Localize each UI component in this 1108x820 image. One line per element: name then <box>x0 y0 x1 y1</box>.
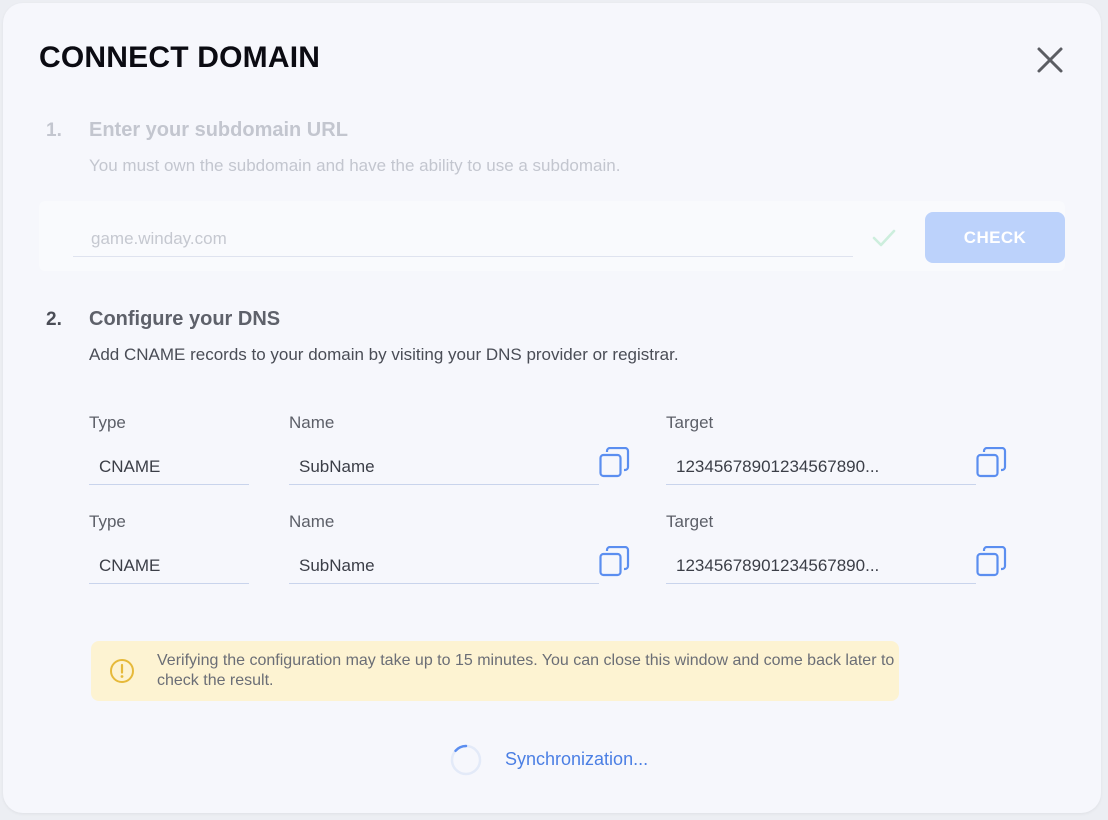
type-label: Type <box>89 512 126 531</box>
step1-description: You must own the subdomain and have the … <box>89 156 621 175</box>
target-field[interactable]: 12345678901234567890... <box>666 449 976 485</box>
check-button[interactable]: CHECK <box>925 212 1065 263</box>
warning-circle-icon <box>110 659 134 683</box>
notice-text: Verifying the configuration may take up … <box>157 652 895 689</box>
checkmark-icon <box>872 229 896 247</box>
close-button[interactable] <box>1033 43 1067 77</box>
name-label: Name <box>289 512 335 531</box>
copy-name-icon[interactable] <box>599 546 631 578</box>
type-field: CNAME <box>89 449 249 485</box>
copy-target-icon[interactable] <box>976 546 1008 578</box>
step2-description: Add CNAME records to your domain by visi… <box>89 345 679 364</box>
type-label: Type <box>89 413 126 432</box>
name-field[interactable]: SubName <box>289 449 599 485</box>
step1-number: 1. <box>46 120 62 141</box>
type-field: CNAME <box>89 548 249 584</box>
name-label: Name <box>289 413 335 432</box>
verification-notice: Verifying the configuration may take up … <box>91 641 899 701</box>
copy-name-icon[interactable] <box>599 447 631 479</box>
target-label: Target <box>666 512 714 531</box>
dialog-title: CONNECT DOMAIN <box>39 41 321 74</box>
close-icon <box>1037 47 1063 73</box>
step1-title: Enter your subdomain URL <box>89 119 348 141</box>
loading-spinner-icon <box>450 744 482 776</box>
name-field[interactable]: SubName <box>289 548 599 584</box>
target-field[interactable]: 12345678901234567890... <box>666 548 976 584</box>
step2-title: Configure your DNS <box>89 308 281 330</box>
sync-status-text: Synchronization... <box>505 749 649 769</box>
target-label: Target <box>666 413 714 432</box>
connect-domain-dialog: CONNECT DOMAIN 1. Enter your subdomain U… <box>3 3 1101 813</box>
step2-number: 2. <box>46 309 62 330</box>
subdomain-input[interactable] <box>73 221 853 257</box>
copy-target-icon[interactable] <box>976 447 1008 479</box>
